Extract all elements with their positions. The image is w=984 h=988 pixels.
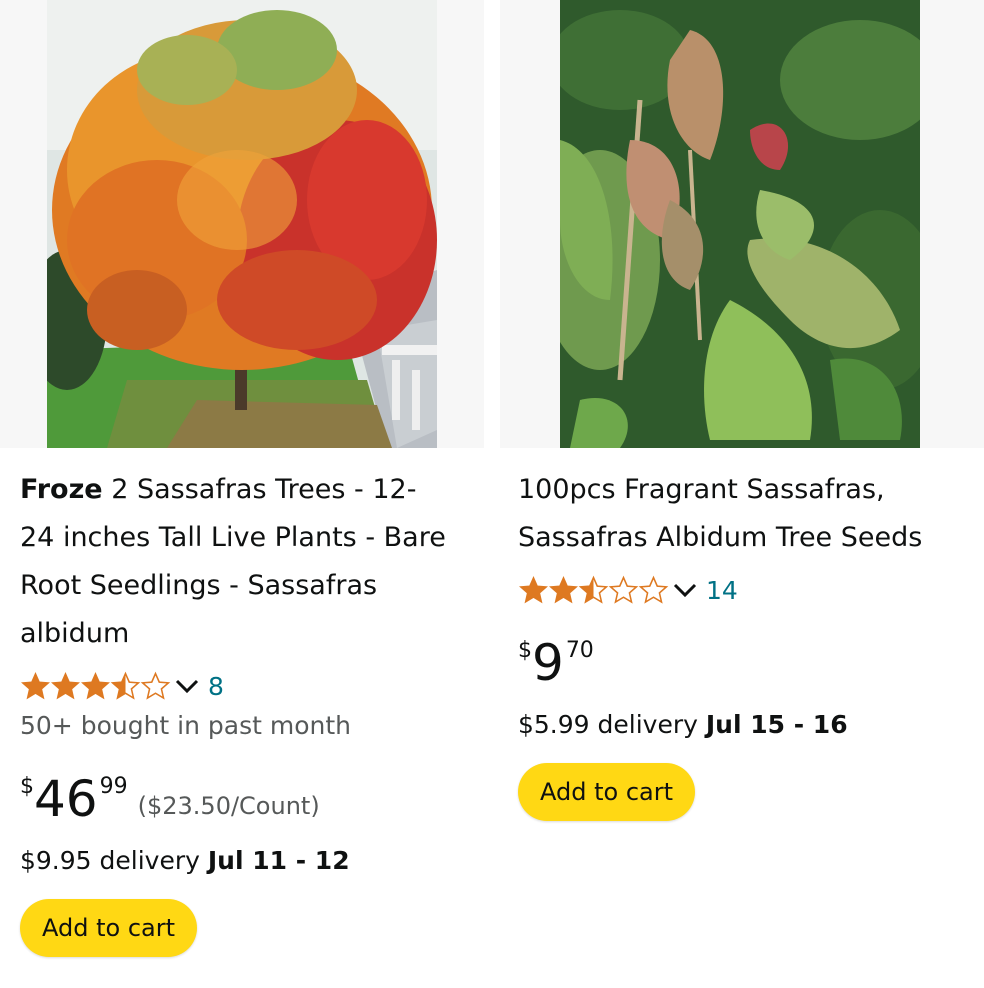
rating-row: 8	[20, 668, 224, 704]
product-grid: Froze 2 Sassafras Trees - 12-24 inches T…	[0, 0, 984, 988]
product-title[interactable]: 100pcs Fragrant Sassafras, Sassafras Alb…	[518, 466, 968, 562]
star-full-icon	[81, 671, 110, 699]
rating-count-link[interactable]: 8	[208, 672, 224, 701]
rating-row: 14	[518, 572, 738, 608]
star-empty-icon	[608, 575, 639, 604]
star-rating[interactable]	[20, 671, 171, 702]
star-half-icon	[578, 575, 609, 604]
delivery-price: $9.95 delivery	[20, 846, 208, 875]
product-card: Froze 2 Sassafras Trees - 12-24 inches T…	[0, 0, 484, 988]
star-rating[interactable]	[518, 575, 669, 606]
delivery-price: $5.99 delivery	[518, 710, 706, 739]
product-image[interactable]	[0, 0, 484, 448]
price-whole: 9	[532, 634, 564, 692]
star-full-icon	[21, 671, 50, 699]
price: $ 9 70	[518, 634, 594, 692]
sassafras-leaves-photo	[560, 0, 920, 448]
autumn-tree-photo	[47, 0, 437, 448]
price-whole: 46	[34, 770, 98, 828]
star-empty-icon	[638, 575, 669, 604]
product-card: 100pcs Fragrant Sassafras, Sassafras Alb…	[500, 0, 984, 988]
star-full-icon	[549, 575, 578, 603]
chevron-down-icon[interactable]	[174, 677, 200, 695]
price-symbol: $	[518, 638, 532, 663]
price-fraction: 70	[565, 638, 594, 663]
product-image[interactable]	[500, 0, 984, 448]
product-title[interactable]: Froze 2 Sassafras Trees - 12-24 inches T…	[20, 466, 450, 658]
product-brand: Froze	[20, 474, 103, 505]
unit-price: ($23.50/Count)	[137, 792, 320, 820]
chevron-down-icon[interactable]	[672, 581, 698, 599]
star-empty-icon	[140, 671, 171, 700]
star-full-icon	[519, 575, 548, 603]
price-fraction: 99	[99, 774, 128, 799]
rating-count-link[interactable]: 14	[706, 576, 738, 605]
delivery-info: $5.99 delivery Jul 15 - 16	[518, 710, 848, 739]
price-symbol: $	[20, 774, 34, 799]
add-to-cart-button[interactable]: Add to cart	[518, 763, 695, 821]
star-full-icon	[51, 671, 80, 699]
price: $ 46 99 ($23.50/Count)	[20, 770, 320, 828]
bought-in-past-month: 50+ bought in past month	[20, 711, 352, 740]
delivery-info: $9.95 delivery Jul 11 - 12	[20, 846, 350, 875]
add-to-cart-button[interactable]: Add to cart	[20, 899, 197, 957]
star-half-icon	[110, 671, 141, 700]
delivery-date: Jul 15 - 16	[705, 710, 848, 739]
delivery-date: Jul 11 - 12	[207, 846, 350, 875]
